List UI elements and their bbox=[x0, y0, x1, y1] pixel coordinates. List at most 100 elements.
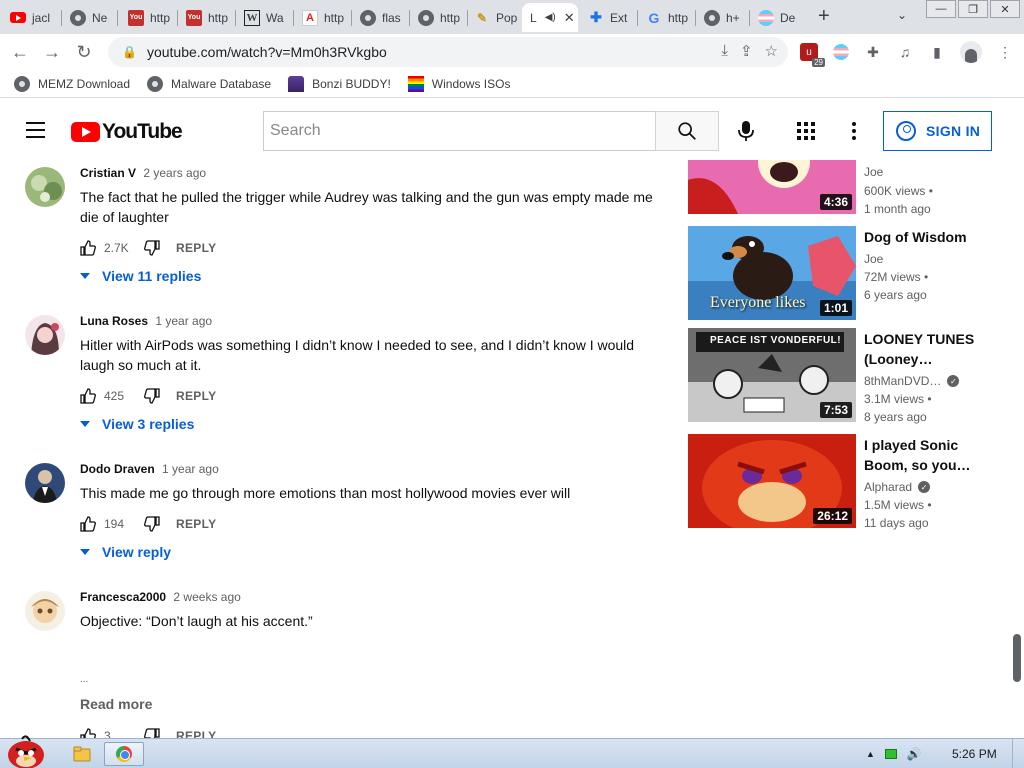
forward-button[interactable]: → bbox=[36, 36, 68, 68]
search-button[interactable] bbox=[655, 111, 719, 151]
video-channel[interactable]: Joe bbox=[864, 165, 883, 179]
address-bar[interactable]: 🔒 youtube.com/watch?v=Mm0h3RVkgbo ⤓ ⇪ ☆ bbox=[108, 37, 788, 67]
avatar[interactable] bbox=[25, 591, 65, 631]
back-button[interactable]: ← bbox=[4, 36, 36, 68]
chevron-up-icon[interactable]: ▲ bbox=[866, 749, 875, 759]
browser-tab[interactable]: ✎ Pop bbox=[470, 3, 520, 32]
related-video[interactable]: Everyone likes 1:01 Dog of Wisdom Joe 72… bbox=[688, 226, 1008, 320]
browser-tab-active[interactable]: L ◀) ✕ bbox=[522, 3, 578, 32]
reply-button[interactable]: REPLY bbox=[176, 389, 216, 403]
apps-grid-icon[interactable] bbox=[797, 122, 815, 140]
avatar[interactable] bbox=[25, 463, 65, 503]
new-tab-button[interactable]: + bbox=[818, 6, 836, 26]
speaker-icon[interactable]: ◀) bbox=[545, 12, 556, 23]
side-panel-icon[interactable]: ▮ bbox=[928, 43, 946, 61]
browser-tab[interactable]: W Wa bbox=[240, 3, 294, 32]
thumbs-up-icon[interactable] bbox=[80, 388, 96, 404]
thumbs-up-icon[interactable] bbox=[80, 240, 96, 256]
thumbs-down-icon[interactable] bbox=[144, 240, 160, 256]
taskbar-clock[interactable]: 5:26 PM bbox=[952, 747, 997, 761]
thumbs-down-icon[interactable] bbox=[144, 728, 160, 738]
browser-tab[interactable]: Ne bbox=[66, 3, 118, 32]
close-icon[interactable]: ✕ bbox=[564, 10, 575, 26]
avatar[interactable] bbox=[25, 315, 65, 355]
start-button[interactable] bbox=[2, 731, 48, 768]
bookmark-malware-database[interactable]: Malware Database bbox=[147, 75, 271, 92]
comment-date[interactable]: 2 weeks ago bbox=[173, 590, 240, 604]
minimize-button[interactable]: — bbox=[926, 0, 956, 18]
more-options-icon[interactable] bbox=[852, 122, 856, 143]
related-video[interactable]: 26:12 I played Sonic Boom, so you… Alpha… bbox=[688, 434, 1008, 530]
related-video[interactable]: 4:36 Joe 600K views • 1 month ago bbox=[688, 160, 1008, 216]
browser-tab[interactable]: jacl bbox=[6, 3, 62, 32]
read-more-button[interactable]: Read more bbox=[80, 696, 152, 712]
puzzle-icon[interactable]: ✚ bbox=[864, 43, 882, 61]
restore-button[interactable]: ❐ bbox=[958, 0, 988, 18]
video-title[interactable]: I played Sonic Boom, so you… bbox=[864, 435, 994, 475]
close-window-button[interactable]: ✕ bbox=[990, 0, 1020, 18]
view-replies-button[interactable]: View 11 replies bbox=[80, 268, 201, 284]
chrome-taskbar-button[interactable] bbox=[104, 742, 144, 766]
bookmark-windows-isos[interactable]: Windows ISOs bbox=[407, 75, 510, 92]
media-control-icon[interactable]: ♫ bbox=[896, 43, 914, 61]
explorer-taskbar-button[interactable] bbox=[62, 742, 102, 766]
comment-date[interactable]: 1 year ago bbox=[155, 314, 212, 328]
youtube-logo[interactable]: YouTube bbox=[71, 120, 183, 144]
thumbs-up-icon[interactable] bbox=[80, 728, 96, 738]
bookmark-bonzi[interactable]: Bonzi BUDDY! bbox=[288, 75, 391, 92]
lock-icon[interactable]: 🔒 bbox=[122, 45, 137, 59]
browser-tab[interactable]: flas bbox=[356, 3, 410, 32]
video-title[interactable]: LOONEY TUNES (Looney… bbox=[864, 329, 994, 369]
browser-tab[interactable]: De bbox=[754, 3, 808, 32]
page-scrollbar[interactable] bbox=[1011, 160, 1024, 738]
volume-icon[interactable]: 🔊 bbox=[907, 747, 922, 761]
comment-author[interactable]: Francesca2000 bbox=[80, 590, 166, 604]
video-thumbnail[interactable]: Everyone likes 1:01 bbox=[688, 226, 856, 320]
reload-button[interactable]: ↻ bbox=[68, 36, 100, 68]
video-thumbnail[interactable]: 4:36 bbox=[688, 160, 856, 214]
install-icon[interactable]: ⤓ bbox=[721, 42, 728, 60]
scrollbar-thumb[interactable] bbox=[1013, 634, 1021, 682]
search-input[interactable]: Search bbox=[263, 111, 656, 151]
comment-author[interactable]: Dodo Draven bbox=[80, 462, 155, 476]
reply-button[interactable]: REPLY bbox=[176, 241, 216, 255]
chevron-down-icon[interactable]: ⌄ bbox=[897, 8, 907, 22]
video-title[interactable]: Dog of Wisdom bbox=[864, 227, 994, 247]
ublock-icon[interactable]: u 29 bbox=[800, 43, 825, 67]
browser-tab[interactable]: http bbox=[414, 3, 468, 32]
thumbs-up-icon[interactable] bbox=[80, 516, 96, 532]
view-replies-button[interactable]: View reply bbox=[80, 544, 171, 560]
video-thumbnail[interactable]: PEACE IST VONDERFUL! 7:53 bbox=[688, 328, 856, 422]
browser-tab[interactable]: G http bbox=[642, 3, 696, 32]
avatar[interactable] bbox=[25, 167, 65, 207]
browser-tab[interactable]: ✚ Ext bbox=[584, 3, 638, 32]
comment-author[interactable]: Luna Roses bbox=[80, 314, 148, 328]
comment-date[interactable]: 1 year ago bbox=[162, 462, 219, 476]
menu-icon[interactable]: ⋮ bbox=[996, 43, 1014, 61]
thumbs-down-icon[interactable] bbox=[144, 516, 160, 532]
browser-tab[interactable]: h+ bbox=[700, 3, 750, 32]
video-channel[interactable]: Joe bbox=[864, 252, 883, 266]
video-thumbnail[interactable]: 26:12 bbox=[688, 434, 856, 528]
reply-button[interactable]: REPLY bbox=[176, 729, 216, 738]
share-icon[interactable]: ⇪ bbox=[740, 42, 753, 60]
browser-tab[interactable]: A http bbox=[298, 3, 352, 32]
star-icon[interactable]: ☆ bbox=[765, 42, 778, 60]
microphone-icon[interactable] bbox=[737, 120, 755, 145]
thumbs-down-icon[interactable] bbox=[144, 388, 160, 404]
video-channel[interactable]: 8thManDVD… ✓ bbox=[864, 374, 960, 388]
comment-date[interactable]: 2 years ago bbox=[143, 166, 206, 180]
battery-icon[interactable] bbox=[884, 749, 897, 759]
show-desktop-button[interactable] bbox=[1012, 739, 1024, 768]
reply-button[interactable]: REPLY bbox=[176, 517, 216, 531]
video-channel[interactable]: Alpharad ✓ bbox=[864, 480, 931, 494]
menu-icon[interactable] bbox=[26, 122, 45, 143]
related-video[interactable]: PEACE IST VONDERFUL! 7:53 LOONEY TUNES (… bbox=[688, 328, 1008, 424]
browser-tab[interactable]: You http bbox=[124, 3, 178, 32]
sign-in-button[interactable]: SIGN IN bbox=[883, 111, 992, 151]
trans-flag-icon[interactable] bbox=[832, 43, 850, 61]
view-replies-button[interactable]: View 3 replies bbox=[80, 416, 194, 432]
bookmark-memz[interactable]: MEMZ Download bbox=[14, 75, 130, 92]
browser-tab[interactable]: You http bbox=[182, 3, 236, 32]
profile-avatar[interactable] bbox=[960, 41, 982, 63]
